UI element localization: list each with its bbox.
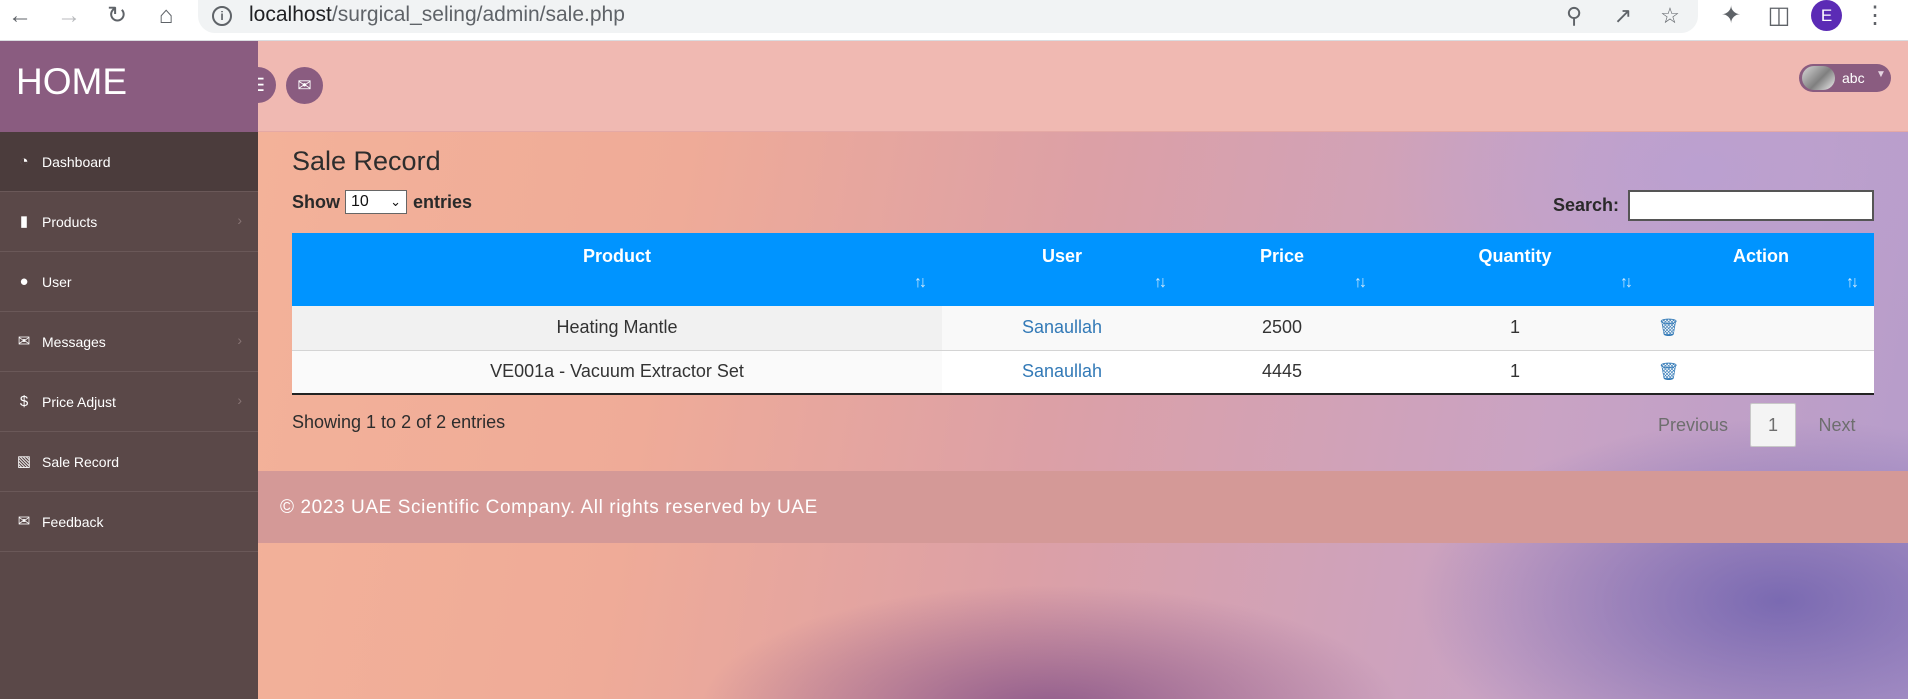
sidebar-item-messages[interactable]: ✉ Messages › [0,312,258,372]
cell-price: 4445 [1182,350,1382,395]
chevron-right-icon: › [237,332,242,348]
column-header-product[interactable]: Product ↑↓ [292,233,942,306]
extensions-icon[interactable]: ✦ [1716,2,1746,32]
zoom-out-icon[interactable]: ⚲ [1559,2,1589,32]
users-icon: ● [19,273,29,290]
chevron-down-icon: ⌄ [390,194,401,209]
messages-button[interactable]: ✉ [286,67,323,104]
url-host: localhost [249,3,332,26]
cell-user-link[interactable]: Sanaullah [942,350,1182,395]
cell-user-link[interactable]: Sanaullah [942,306,1182,351]
bookmark-star-icon[interactable]: ☆ [1655,2,1685,32]
brand-title[interactable]: HOME [16,61,127,103]
cell-action: 🗑 [1648,350,1874,395]
browser-toolbar: ← → ↻ ⌂ i localhost/surgical_seling/admi… [0,0,1908,41]
cell-product: Heating Mantle [292,306,942,351]
forward-icon[interactable]: → [54,2,84,32]
sort-icon: ↑↓ [1846,274,1859,291]
table-row: Heating Mantle Sanaullah 2500 1 🗑 [292,306,1874,351]
sidebar: HOME ◔ Dashboard ▮ Products › ● User ✉ M… [0,41,258,699]
envelope-icon: ✉ [297,76,312,95]
cell-product: VE001a - Vacuum Extractor Set [292,350,942,395]
envelope-icon: ✉ [17,333,31,350]
sidebar-item-label: Feedback [42,514,104,530]
page-title: Sale Record [292,146,441,176]
pagination-next-button[interactable]: Next [1800,403,1874,447]
url-path: /surgical_seling/admin/sale.php [331,3,625,26]
search-label: Search: [1553,195,1620,215]
sale-record-table: Product ↑↓ User ↑↓ Price ↑↓ Quantity ↑↓ Acti… [292,233,1874,395]
back-icon[interactable]: ← [5,2,35,32]
column-header-quantity[interactable]: Quantity ↑↓ [1382,233,1648,306]
envelope-outline-icon: ✉ [17,513,31,530]
sidebar-item-products[interactable]: ▮ Products › [0,192,258,252]
sidebar-item-dashboard[interactable]: ◔ Dashboard [0,132,258,192]
trash-icon[interactable]: 🗑 [1658,362,1680,382]
sidebar-menu: ◔ Dashboard ▮ Products › ● User ✉ Messag… [0,132,258,552]
side-panel-icon[interactable]: ◫ [1764,2,1794,32]
entries-length-select[interactable]: 10 ⌄ [345,190,407,214]
sort-icon: ↑↓ [1154,274,1167,291]
entries-length-value: 10 [351,193,369,210]
cell-quantity: 1 [1382,306,1648,351]
chevron-right-icon: › [237,212,242,228]
footer-copyright: © 2023 UAE Scientific Company. All right… [280,497,818,518]
home-icon[interactable]: ⌂ [151,2,181,32]
reload-icon[interactable]: ↻ [102,2,132,32]
table-info: Showing 1 to 2 of 2 entries [292,412,506,432]
footer: © 2023 UAE Scientific Company. All right… [258,471,1908,543]
url-text[interactable]: localhost/surgical_seling/admin/sale.php [249,3,625,27]
cell-action: 🗑 [1648,306,1874,351]
sidebar-item-label: Sale Record [42,454,120,470]
sidebar-item-label: Messages [42,334,106,350]
browser-menu-icon[interactable]: ⋮ [1860,2,1890,32]
sidebar-item-price-adjust[interactable]: $ Price Adjust › [0,372,258,432]
sidebar-brand[interactable]: HOME [0,41,258,132]
dashboard-icon: ◔ [19,153,29,170]
trash-icon[interactable]: 🗑 [1658,318,1680,338]
column-label: Price [1259,246,1305,266]
sidebar-item-label: Dashboard [42,154,111,170]
cell-price: 2500 [1182,306,1382,351]
top-header [258,41,1908,132]
share-icon[interactable]: ↗ [1608,2,1638,32]
search-input[interactable] [1628,190,1874,221]
column-label: Product [582,246,651,266]
cell-quantity: 1 [1382,350,1648,395]
sort-icon: ↑↓ [1354,274,1367,291]
dollar-icon: $ [19,393,29,410]
pagination-page-button[interactable]: 1 [1750,403,1796,447]
sidebar-item-label: User [42,274,72,290]
bar-chart-icon: ▧ [16,453,32,470]
sidebar-item-feedback[interactable]: ✉ Feedback [0,492,258,552]
sidebar-item-label: Products [42,214,98,230]
sort-icon: ↑↓ [914,274,927,291]
sidebar-item-label: Price Adjust [42,394,116,410]
column-header-price[interactable]: Price ↑↓ [1182,233,1382,306]
column-label: Quantity [1478,246,1552,266]
sort-icon: ↑↓ [1620,274,1633,291]
sidebar-item-sale-record[interactable]: ▧ Sale Record [0,432,258,492]
column-header-user[interactable]: User ↑↓ [942,233,1182,306]
address-bar[interactable]: i localhost/surgical_seling/admin/sale.p… [198,0,1698,33]
table-row: VE001a - Vacuum Extractor Set Sanaullah … [292,350,1874,395]
caret-down-icon: ▼ [1876,69,1886,80]
profile-avatar[interactable]: E [1811,0,1842,31]
site-info-icon[interactable]: i [212,6,232,26]
column-label: Action [1733,246,1789,266]
length-prefix: Show [292,192,340,212]
user-name: abc [1842,70,1865,86]
column-header-action[interactable]: Action ↑↓ [1648,233,1874,306]
book-icon: ▮ [19,213,29,230]
column-label: User [1041,246,1083,266]
sidebar-item-user[interactable]: ● User [0,252,258,312]
chevron-right-icon: › [237,392,242,408]
length-suffix: entries [413,192,473,212]
pagination-previous-button[interactable]: Previous [1640,403,1746,447]
user-menu-button[interactable]: abc ▼ [1799,64,1891,92]
avatar [1802,66,1835,90]
table-header-row: Product ↑↓ User ↑↓ Price ↑↓ Quantity ↑↓ Acti… [292,233,1874,306]
